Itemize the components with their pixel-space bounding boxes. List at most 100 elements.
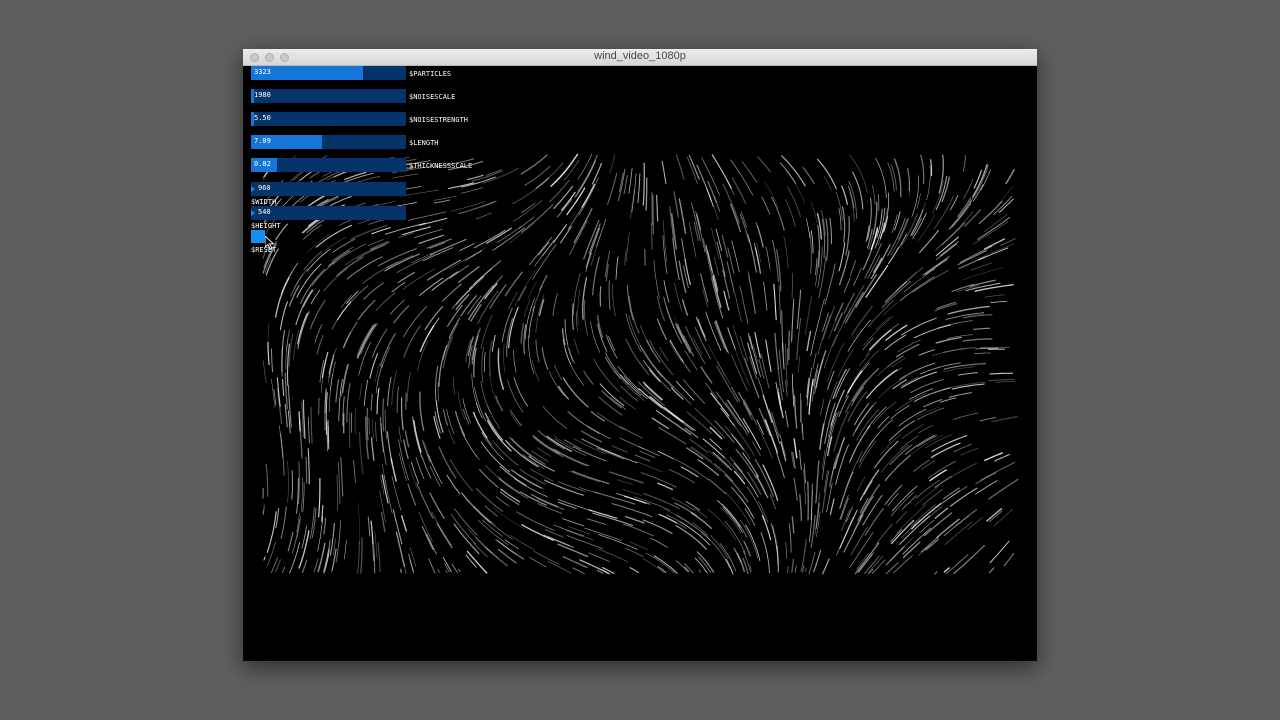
streamline — [734, 293, 742, 322]
streamline — [287, 460, 289, 503]
streamline — [537, 502, 563, 514]
streamline — [648, 366, 671, 392]
particles-slider[interactable]: 3323 — [251, 66, 406, 80]
streamline — [843, 277, 851, 293]
streamline — [771, 239, 780, 283]
streamline — [895, 511, 908, 524]
streamline — [527, 281, 537, 300]
streamline — [619, 374, 642, 396]
streamline — [433, 195, 457, 201]
streamline — [670, 387, 684, 400]
streamline — [278, 425, 284, 458]
streamline — [577, 289, 581, 326]
streamline — [313, 558, 319, 573]
streamline — [484, 283, 498, 300]
streamline — [342, 364, 349, 394]
length-value: 7.09 — [254, 137, 271, 145]
streamline — [513, 349, 517, 373]
reset-button[interactable] — [251, 230, 265, 243]
streamline — [518, 286, 527, 302]
streamline — [835, 444, 849, 485]
length-slider[interactable]: 7.09 — [251, 135, 406, 149]
streamline — [588, 552, 610, 563]
streamline — [738, 391, 752, 416]
streamline — [629, 541, 648, 551]
streamline — [371, 227, 391, 235]
streamline — [972, 221, 1009, 245]
streamline — [428, 558, 436, 574]
streamline — [876, 208, 883, 238]
streamline — [825, 218, 829, 262]
streamline — [672, 457, 709, 481]
streamline — [691, 522, 709, 536]
streamline — [316, 335, 324, 355]
streamline — [838, 207, 842, 231]
streamline — [818, 256, 827, 299]
streamline — [400, 397, 404, 431]
streamline — [829, 498, 835, 516]
streamline — [429, 242, 446, 249]
streamline — [785, 541, 787, 559]
streamline — [391, 476, 402, 511]
streamline — [713, 256, 720, 276]
streamline — [642, 162, 645, 206]
streamline — [572, 567, 585, 575]
streamline — [310, 289, 321, 304]
streamline — [509, 534, 536, 551]
streamline — [529, 236, 553, 266]
streamline — [335, 379, 340, 403]
streamline — [785, 199, 796, 227]
streamline — [459, 243, 475, 251]
render-canvas[interactable]: 3323 $PARTICLES 1980 $NOISESCALE 5.50 $N… — [243, 66, 1037, 661]
streamline — [532, 244, 557, 280]
streamline — [448, 182, 475, 189]
streamline — [676, 326, 685, 343]
streamline — [384, 409, 387, 439]
streamline — [810, 315, 821, 357]
streamline — [657, 426, 687, 445]
width-slider-handle[interactable] — [251, 186, 255, 192]
streamline — [812, 352, 817, 370]
streamline — [328, 373, 334, 413]
streamline — [350, 224, 388, 240]
streamline — [408, 211, 447, 221]
streamline — [934, 507, 949, 519]
streamline — [956, 515, 970, 527]
title-bar[interactable]: wind_video_1080p — [243, 49, 1037, 66]
streamline — [651, 417, 670, 430]
streamline — [705, 245, 713, 272]
streamline — [553, 185, 574, 210]
streamline — [739, 213, 750, 243]
height-slider-handle[interactable] — [251, 210, 255, 216]
streamline — [609, 154, 616, 174]
noise-scale-slider[interactable]: 1980 — [251, 89, 406, 103]
flow-field-visualization — [262, 153, 1019, 575]
streamline — [499, 491, 520, 505]
streamline — [367, 516, 371, 537]
streamline — [336, 474, 338, 511]
streamline — [357, 502, 360, 545]
streamline — [415, 457, 425, 480]
streamline — [858, 440, 877, 469]
height-slider[interactable]: 540 — [251, 206, 406, 220]
streamline — [823, 175, 832, 191]
streamline — [975, 472, 997, 485]
streamline — [763, 281, 768, 311]
streamline — [289, 541, 301, 574]
streamline — [653, 555, 678, 574]
streamline — [473, 505, 496, 526]
streamline — [296, 477, 299, 514]
streamline — [934, 476, 952, 488]
streamline — [940, 397, 957, 403]
width-slider[interactable]: 960 — [251, 182, 406, 196]
streamline — [508, 292, 518, 310]
thickness-scale-slider[interactable]: 0.82 — [251, 158, 406, 172]
streamline — [852, 405, 874, 436]
streamline — [711, 227, 720, 260]
noise-strength-slider[interactable]: 5.50 — [251, 112, 406, 126]
streamline — [918, 544, 931, 556]
streamline — [564, 319, 569, 346]
streamline — [798, 356, 800, 373]
streamline — [424, 442, 440, 479]
streamline — [684, 258, 691, 285]
